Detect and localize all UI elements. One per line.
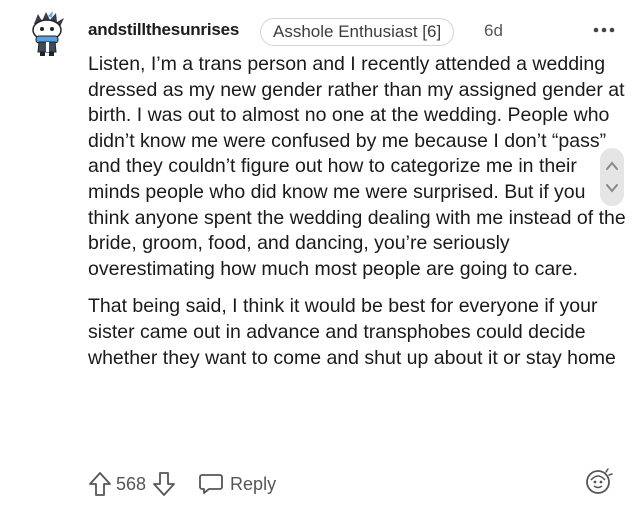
upvote-button[interactable]	[88, 471, 112, 497]
username-link[interactable]: andstillthesunrises	[88, 20, 239, 40]
downvote-arrow-icon	[153, 472, 175, 496]
comment-paragraph: That being said, I think it would be bes…	[88, 295, 616, 369]
downvote-button[interactable]	[152, 471, 176, 497]
comment-paragraph: Listen, I’m a trans person and I recentl…	[88, 53, 626, 280]
comment-action-bar: 568 Reply	[88, 468, 276, 500]
comment-age: 6d	[484, 21, 503, 40]
comment-body: Listen, I’m a trans person and I recentl…	[88, 52, 628, 383]
vote-score: 568	[116, 473, 147, 494]
award-icon[interactable]	[582, 466, 614, 498]
upvote-arrow-icon	[89, 472, 111, 496]
reply-label: Reply	[230, 473, 277, 494]
reply-button[interactable]: Reply	[198, 472, 276, 496]
avatar[interactable]	[26, 10, 70, 56]
speech-bubble-icon	[199, 474, 223, 494]
scroll-handle-icon[interactable]	[600, 148, 624, 206]
more-options-icon[interactable]	[590, 18, 618, 42]
user-flair: Asshole Enthusiast [6]	[260, 18, 455, 46]
snoo-avatar-icon	[32, 11, 64, 56]
